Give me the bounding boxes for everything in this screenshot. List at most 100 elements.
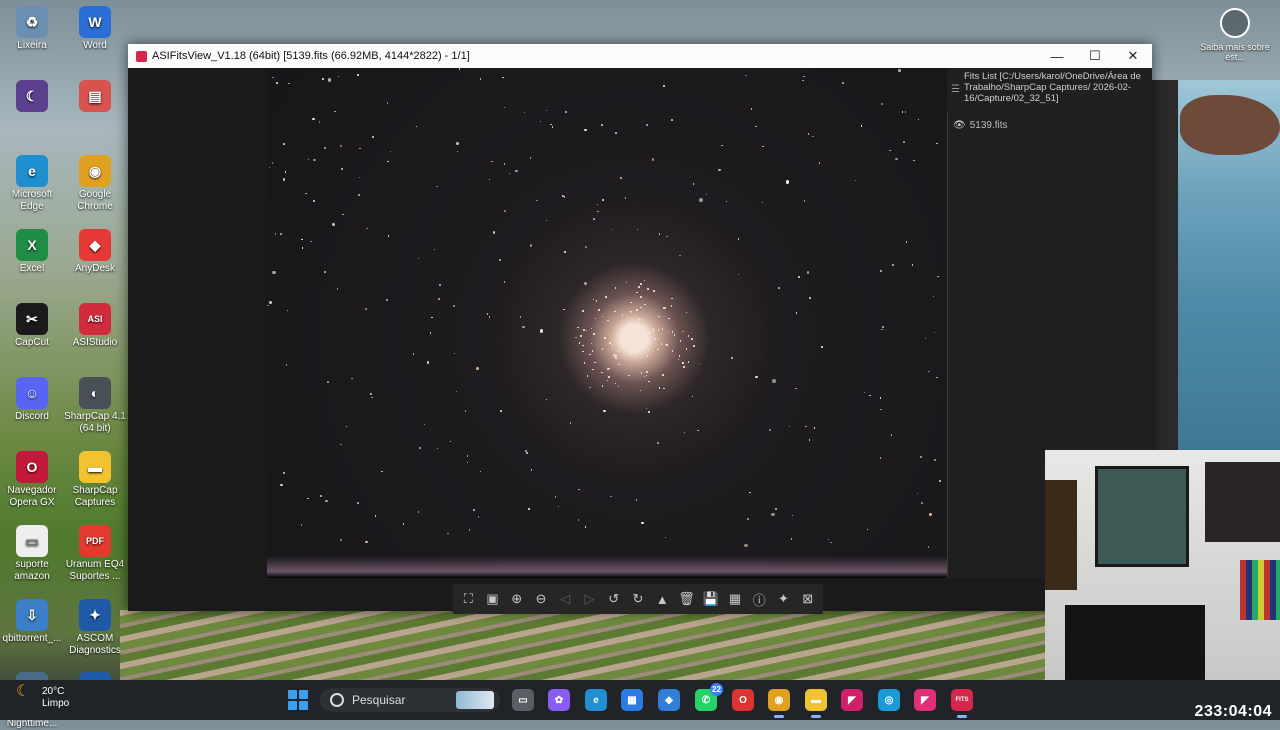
desktop-icon[interactable]: ♻ Lixeira: [0, 6, 64, 52]
star-dot: [503, 106, 506, 109]
taskbar-vscode-icon[interactable]: ◆: [658, 689, 680, 711]
desktop-icon[interactable]: W Word: [63, 6, 127, 52]
desktop-icon[interactable]: X Excel: [0, 229, 64, 275]
rotate-left-icon[interactable]: ↺: [605, 590, 623, 608]
star-dot: [898, 69, 901, 72]
star-dot: [307, 158, 310, 161]
star-dot: [854, 179, 857, 182]
weather-widget[interactable]: ☾ 20°C Limpo: [16, 683, 69, 710]
cluster-star: [640, 283, 642, 285]
star-dot: [387, 235, 390, 237]
taskbar-opera-icon[interactable]: O: [732, 689, 754, 711]
star-dot: [515, 169, 518, 173]
taskbar-search[interactable]: Pesquisar: [320, 688, 500, 712]
desktop-icon[interactable]: O Navegador Opera GX: [0, 451, 64, 509]
taskbar-store-icon[interactable]: ▦: [621, 689, 643, 711]
taskbar-asifitsview-icon[interactable]: FITS: [951, 689, 973, 718]
star-dot: [718, 168, 721, 172]
desktop-icon[interactable]: ✂ CapCut: [0, 303, 64, 349]
star-dot: [771, 512, 775, 517]
desktop-icon[interactable]: ▤: [63, 80, 127, 114]
crosshair-icon[interactable]: ⊠: [799, 590, 817, 608]
previous-icon[interactable]: ◁: [556, 590, 574, 608]
star-dot: [269, 301, 272, 304]
star-dot: [274, 233, 277, 235]
desktop-icon[interactable]: ▭ suporte amazon: [0, 525, 64, 583]
zoom-out-icon[interactable]: ⊖: [532, 590, 550, 608]
taskbar-edge-icon[interactable]: e: [585, 689, 607, 711]
star-dot: [682, 330, 684, 333]
notification-widget[interactable]: Saiba mais sobre est...: [1200, 8, 1270, 62]
annotate-icon[interactable]: ✦: [775, 590, 793, 608]
close-button[interactable]: ✕: [1114, 44, 1152, 68]
taskbar-app-blue-icon[interactable]: ◎: [878, 689, 900, 711]
cluster-star: [608, 367, 610, 370]
start-button[interactable]: [288, 690, 308, 710]
desktop-icon[interactable]: ASI ASIStudio: [63, 303, 127, 349]
fit-screen-icon[interactable]: ⛶: [459, 590, 477, 608]
cluster-star: [640, 306, 642, 309]
cluster-star: [643, 279, 646, 282]
desktop-icon-label: Navegador Opera GX: [7, 485, 57, 508]
desktop-icon[interactable]: ☺ Discord: [0, 377, 64, 423]
info-icon[interactable]: ⓘ: [750, 590, 768, 608]
webcam-overlay: [1045, 450, 1280, 695]
star-dot: [334, 110, 336, 113]
file-list-item[interactable]: 👁 5139.fits: [947, 116, 1152, 134]
star-dot: [731, 357, 733, 359]
weather-icon: ☾: [16, 683, 31, 700]
taskbar-copilot-icon[interactable]: ✿: [548, 689, 570, 711]
minimize-button[interactable]: —: [1038, 44, 1076, 68]
desktop-icon[interactable]: ◉ Google Chrome: [63, 155, 127, 213]
taskbar-app-pink-icon[interactable]: ◤: [841, 689, 863, 711]
cluster-star: [617, 349, 619, 352]
taskbar-whatsapp-icon[interactable]: ✆ 22: [695, 683, 723, 711]
desktop-icon-label: SharpCap 4.1 (64 bit): [64, 411, 126, 434]
rotate-right-icon[interactable]: ↻: [629, 590, 647, 608]
actual-size-icon[interactable]: ▣: [484, 590, 502, 608]
star-dot: [698, 362, 701, 365]
desktop-icon[interactable]: ◐ SharpCap 4.1 (64 bit): [63, 377, 127, 435]
zoom-in-icon[interactable]: ⊕: [508, 590, 526, 608]
desktop-icon[interactable]: ▬ SharpCap Captures: [63, 451, 127, 509]
maximize-button[interactable]: ☐: [1076, 44, 1114, 68]
desktop-icon[interactable]: ◆ AnyDesk: [63, 229, 127, 275]
cluster-star: [609, 342, 611, 344]
star-dot: [466, 461, 469, 464]
star-dot: [551, 126, 554, 128]
desktop-icon[interactable]: e Microsoft Edge: [0, 155, 64, 213]
desktop-icon[interactable]: ✦ ASCOM Diagnostics: [63, 599, 127, 657]
eye-icon[interactable]: 👁: [953, 120, 966, 131]
star-dot: [491, 160, 493, 163]
cluster-star: [682, 362, 684, 364]
fits-image-view[interactable]: [267, 68, 947, 578]
star-dot: [798, 276, 800, 278]
star-dot: [357, 502, 359, 504]
next-icon[interactable]: ▷: [581, 590, 599, 608]
cluster-star: [668, 317, 670, 320]
taskbar-task-view-icon[interactable]: ▭: [512, 689, 534, 711]
star-dot: [666, 235, 668, 238]
cluster-star: [614, 287, 617, 289]
taskbar-app-magenta-icon[interactable]: ◤: [914, 689, 936, 711]
notification-badge: 22: [710, 683, 723, 696]
star-dot: [357, 74, 359, 76]
save-icon[interactable]: 💾: [702, 590, 720, 608]
star-dot: [880, 102, 884, 106]
taskbar-file-explorer-icon[interactable]: ▬: [805, 689, 827, 718]
star-dot: [282, 178, 286, 181]
star-dot: [803, 75, 805, 78]
delete-icon[interactable]: 🗑: [678, 590, 696, 608]
cluster-star: [590, 342, 593, 345]
title-bar[interactable]: ASIFitsView_V1.18 (64bit) [5139.fits (66…: [128, 44, 1152, 68]
star-dot: [880, 408, 882, 411]
desktop-icon[interactable]: ⇩ qbittorrent_...: [0, 599, 64, 645]
star-dot: [374, 515, 377, 517]
stretch-icon[interactable]: ▦: [726, 590, 744, 608]
taskbar-chrome-icon[interactable]: ◉: [768, 689, 790, 718]
desktop-icon[interactable]: ☾: [0, 80, 64, 114]
cam-poster: [1095, 466, 1189, 567]
star-dot: [651, 158, 655, 161]
desktop-icon[interactable]: PDF Uranum EQ4 Suportes ...: [63, 525, 127, 583]
histogram-icon[interactable]: ▲: [653, 590, 671, 608]
